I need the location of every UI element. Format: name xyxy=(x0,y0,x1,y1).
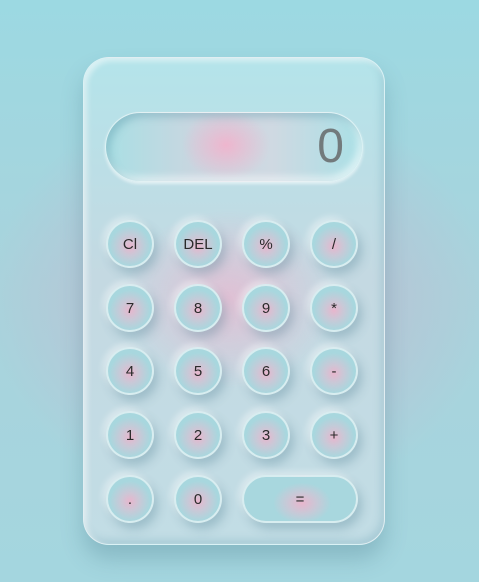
digit-3-button[interactable]: 3 xyxy=(242,411,290,459)
digit-5-button[interactable]: 5 xyxy=(174,347,222,395)
digit-7-button[interactable]: 7 xyxy=(106,284,154,332)
percent-button[interactable]: % xyxy=(242,220,290,268)
decimal-button[interactable]: . xyxy=(106,475,154,523)
digit-9-button[interactable]: 9 xyxy=(242,284,290,332)
display-value: 0 xyxy=(317,120,344,173)
digit-1-button[interactable]: 1 xyxy=(106,411,154,459)
subtract-button[interactable]: - xyxy=(310,347,358,395)
multiply-button[interactable]: * xyxy=(310,284,358,332)
add-button[interactable]: + xyxy=(310,411,358,459)
digit-6-button[interactable]: 6 xyxy=(242,347,290,395)
divide-button[interactable]: / xyxy=(310,220,358,268)
digit-8-button[interactable]: 8 xyxy=(174,284,222,332)
digit-4-button[interactable]: 4 xyxy=(106,347,154,395)
digit-2-button[interactable]: 2 xyxy=(174,411,222,459)
delete-button[interactable]: DEL xyxy=(174,220,222,268)
calculator-display: 0 xyxy=(105,112,363,182)
equals-button[interactable]: = xyxy=(242,475,358,523)
clear-button[interactable]: Cl xyxy=(106,220,154,268)
calculator-body: 0 Cl DEL % / 7 8 9 * 4 5 6 - 1 2 3 + . 0… xyxy=(83,57,385,545)
digit-0-button[interactable]: 0 xyxy=(174,475,222,523)
